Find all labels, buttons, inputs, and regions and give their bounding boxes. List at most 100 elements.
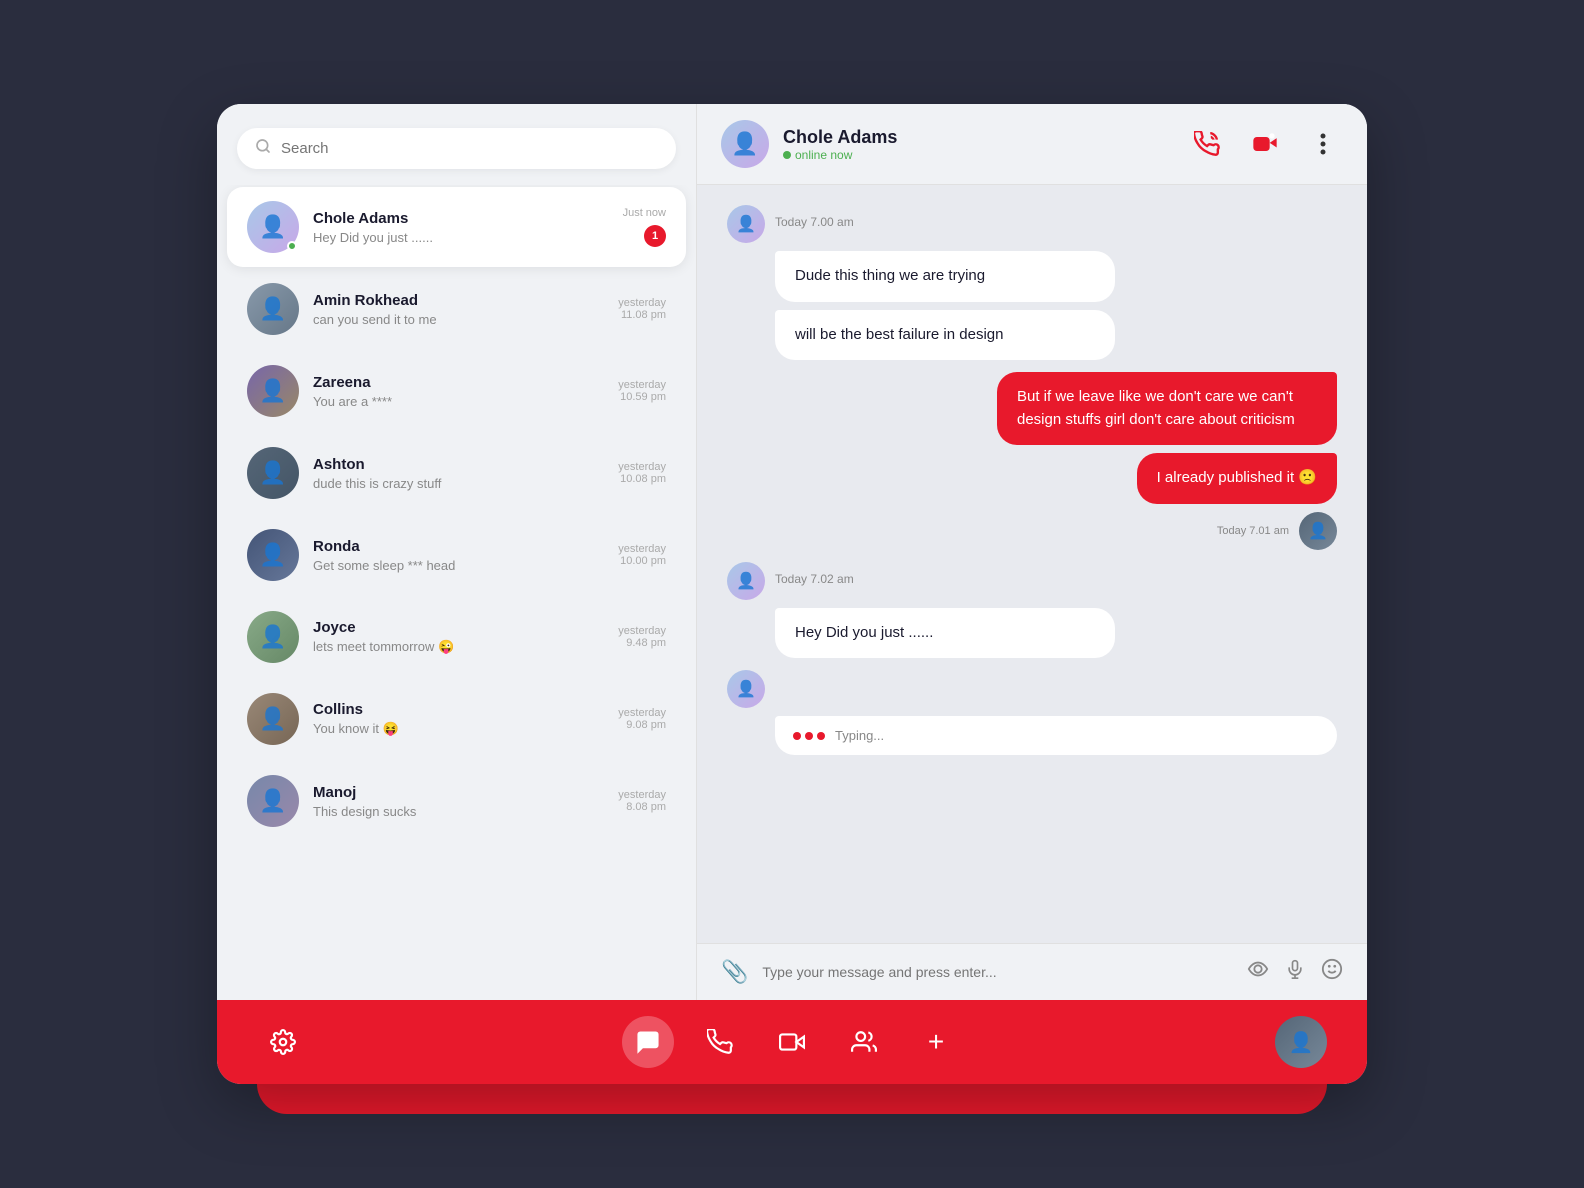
contacts-list: 👤 Chole Adams Hey Did you just ...... Ju… [217, 185, 696, 1000]
contact-item-manoj[interactable]: 👤 Manoj This design sucks yesterday8.08 … [227, 761, 686, 841]
nav-group[interactable] [838, 1016, 890, 1068]
contact-preview-ronda: Get some sleep *** head [313, 558, 618, 573]
contact-meta-chole: Just now 1 [623, 207, 666, 247]
search-icon [255, 138, 271, 159]
contact-item-zareena[interactable]: 👤 Zareena You are a **** yesterday10.59 … [227, 351, 686, 431]
message-input-area: 📎 [697, 943, 1367, 1000]
contact-avatar-zareena: 👤 [247, 365, 299, 417]
chat-header-name: Chole Adams [783, 127, 1187, 148]
online-indicator [783, 151, 791, 159]
nav-center-items: + [622, 1016, 962, 1068]
typing-dot-2 [805, 732, 813, 740]
avatar-icon-ronda: 👤 [247, 529, 299, 581]
chat-area: 👤 Chole Adams online now [697, 104, 1367, 1000]
contact-time-ashton: yesterday10.08 pm [618, 461, 666, 485]
contact-avatar-collins: 👤 [247, 693, 299, 745]
chat-header: 👤 Chole Adams online now [697, 104, 1367, 185]
search-box[interactable] [237, 128, 676, 169]
contact-item-amin[interactable]: 👤 Amin Rokhead can you send it to me yes… [227, 269, 686, 349]
contact-time-manoj: yesterday8.08 pm [618, 789, 666, 813]
message-group-m1: 👤 Today 7.00 am Dude this thing we are t… [727, 205, 1337, 360]
typing-dot-3 [817, 732, 825, 740]
msg-avatar-m3: 👤 [727, 562, 765, 600]
microphone-icon[interactable] [1285, 958, 1305, 986]
timestamp-row-m1: 👤 Today 7.00 am [727, 205, 1337, 243]
typing-indicator: Typing... [775, 716, 1337, 755]
contact-item-ronda[interactable]: 👤 Ronda Get some sleep *** head yesterda… [227, 515, 686, 595]
app-wrapper: 👤 Chole Adams Hey Did you just ...... Ju… [217, 104, 1367, 1084]
camera-icon[interactable] [1247, 958, 1269, 986]
bubble-sent-m2-1: I already published it 🙁 [1137, 453, 1337, 504]
avatar-icon-zareena: 👤 [247, 365, 299, 417]
contact-avatar-joyce: 👤 [247, 611, 299, 663]
sent-user-avatar-m2: 👤 [1299, 512, 1337, 550]
contact-avatar-wrap-ashton: 👤 [247, 447, 299, 499]
contact-preview-chole: Hey Did you just ...... [313, 230, 623, 245]
app-container: 👤 Chole Adams Hey Did you just ...... Ju… [217, 104, 1367, 1084]
contact-preview-amin: can you send it to me [313, 312, 618, 327]
contact-avatar-ronda: 👤 [247, 529, 299, 581]
nav-video[interactable] [766, 1016, 818, 1068]
chat-header-avatar: 👤 [721, 120, 769, 168]
bubble-row-m1-0: Dude this thing we are trying [727, 251, 1337, 302]
main-content: 👤 Chole Adams Hey Did you just ...... Ju… [217, 104, 1367, 1000]
contact-time-collins: yesterday9.08 pm [618, 707, 666, 731]
contact-avatar-ashton: 👤 [247, 447, 299, 499]
message-input[interactable] [762, 964, 1233, 980]
contact-meta-amin: yesterday11.08 pm [618, 297, 666, 321]
nav-user-avatar[interactable]: 👤 [1275, 1016, 1327, 1068]
contact-preview-collins: You know it 😝 [313, 721, 618, 737]
contact-item-ashton[interactable]: 👤 Ashton dude this is crazy stuff yester… [227, 433, 686, 513]
sent-group-m2: But if we leave like we don't care we ca… [727, 372, 1337, 504]
contact-item-chole[interactable]: 👤 Chole Adams Hey Did you just ...... Ju… [227, 187, 686, 267]
contact-time-chole: Just now [623, 207, 666, 219]
typing-text: Typing... [835, 728, 884, 743]
sent-time-m2: Today 7.01 am [1217, 525, 1289, 537]
contact-item-collins[interactable]: 👤 Collins You know it 😝 yesterday9.08 pm [227, 679, 686, 759]
message-group-m3: 👤 Today 7.02 am Hey Did you just ...... [727, 562, 1337, 659]
contact-info-ronda: Ronda Get some sleep *** head [313, 538, 618, 573]
contact-name-chole: Chole Adams [313, 210, 623, 227]
contact-meta-ronda: yesterday10.00 pm [618, 543, 666, 567]
contact-info-joyce: Joyce lets meet tommorrow 😜 [313, 619, 618, 655]
avatar-icon-amin: 👤 [247, 283, 299, 335]
contact-name-manoj: Manoj [313, 784, 618, 801]
contact-preview-ashton: dude this is crazy stuff [313, 476, 618, 491]
nav-add[interactable]: + [910, 1016, 962, 1068]
emoji-icon[interactable] [1321, 958, 1343, 986]
avatar-icon-manoj: 👤 [247, 775, 299, 827]
msg-timestamp-m1: Today 7.00 am [775, 215, 854, 229]
nav-settings[interactable] [257, 1016, 309, 1068]
typing-dot-1 [793, 732, 801, 740]
typing-avatar: 👤 [727, 670, 765, 708]
typing-dots [793, 732, 825, 740]
call-button[interactable] [1187, 124, 1227, 164]
bubble-sent-m2-0: But if we leave like we don't care we ca… [997, 372, 1337, 445]
contact-name-collins: Collins [313, 701, 618, 718]
contact-info-chole: Chole Adams Hey Did you just ...... [313, 210, 623, 245]
video-call-button[interactable] [1245, 124, 1285, 164]
contact-avatar-wrap-chole: 👤 [247, 201, 299, 253]
search-input[interactable] [281, 140, 658, 157]
contact-name-ashton: Ashton [313, 456, 618, 473]
chat-header-avatar-icon: 👤 [721, 120, 769, 168]
sidebar: 👤 Chole Adams Hey Did you just ...... Ju… [217, 104, 697, 1000]
more-options-button[interactable] [1303, 124, 1343, 164]
contact-info-amin: Amin Rokhead can you send it to me [313, 292, 618, 327]
nav-messages[interactable] [622, 1016, 674, 1068]
contact-time-amin: yesterday11.08 pm [618, 297, 666, 321]
message-group-m2: But if we leave like we don't care we ca… [727, 372, 1337, 550]
input-icons [1247, 958, 1343, 986]
nav-avatar-icon: 👤 [1275, 1016, 1327, 1068]
contact-name-joyce: Joyce [313, 619, 618, 636]
contact-item-joyce[interactable]: 👤 Joyce lets meet tommorrow 😜 yesterday9… [227, 597, 686, 677]
attach-button[interactable]: 📎 [721, 959, 748, 985]
sent-meta-row-m2: Today 7.01 am 👤 [727, 512, 1337, 550]
bubble-row-m3-0: Hey Did you just ...... [727, 608, 1337, 659]
contact-name-zareena: Zareena [313, 374, 618, 391]
contact-meta-ashton: yesterday10.08 pm [618, 461, 666, 485]
avatar-icon-ashton: 👤 [247, 447, 299, 499]
contact-meta-collins: yesterday9.08 pm [618, 707, 666, 731]
nav-calls[interactable] [694, 1016, 746, 1068]
contact-time-ronda: yesterday10.00 pm [618, 543, 666, 567]
